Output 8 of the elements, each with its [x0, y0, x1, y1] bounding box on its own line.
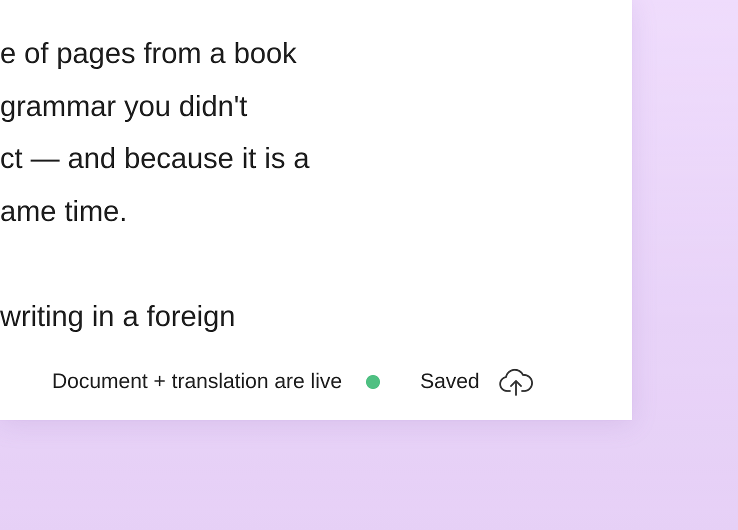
document-text-line: e of pages from a book — [0, 37, 298, 72]
live-status-text: Document + translation are live — [52, 370, 342, 394]
document-text-line: grammar you didn't — [0, 90, 248, 124]
document-text-line: writing in a foreign — [0, 300, 236, 334]
document-text-line: ame time. — [0, 194, 128, 230]
cloud-upload-icon — [498, 367, 534, 397]
document-text-line: ct — and because it is a — [0, 142, 310, 177]
saved-status-text: Saved — [420, 370, 480, 394]
